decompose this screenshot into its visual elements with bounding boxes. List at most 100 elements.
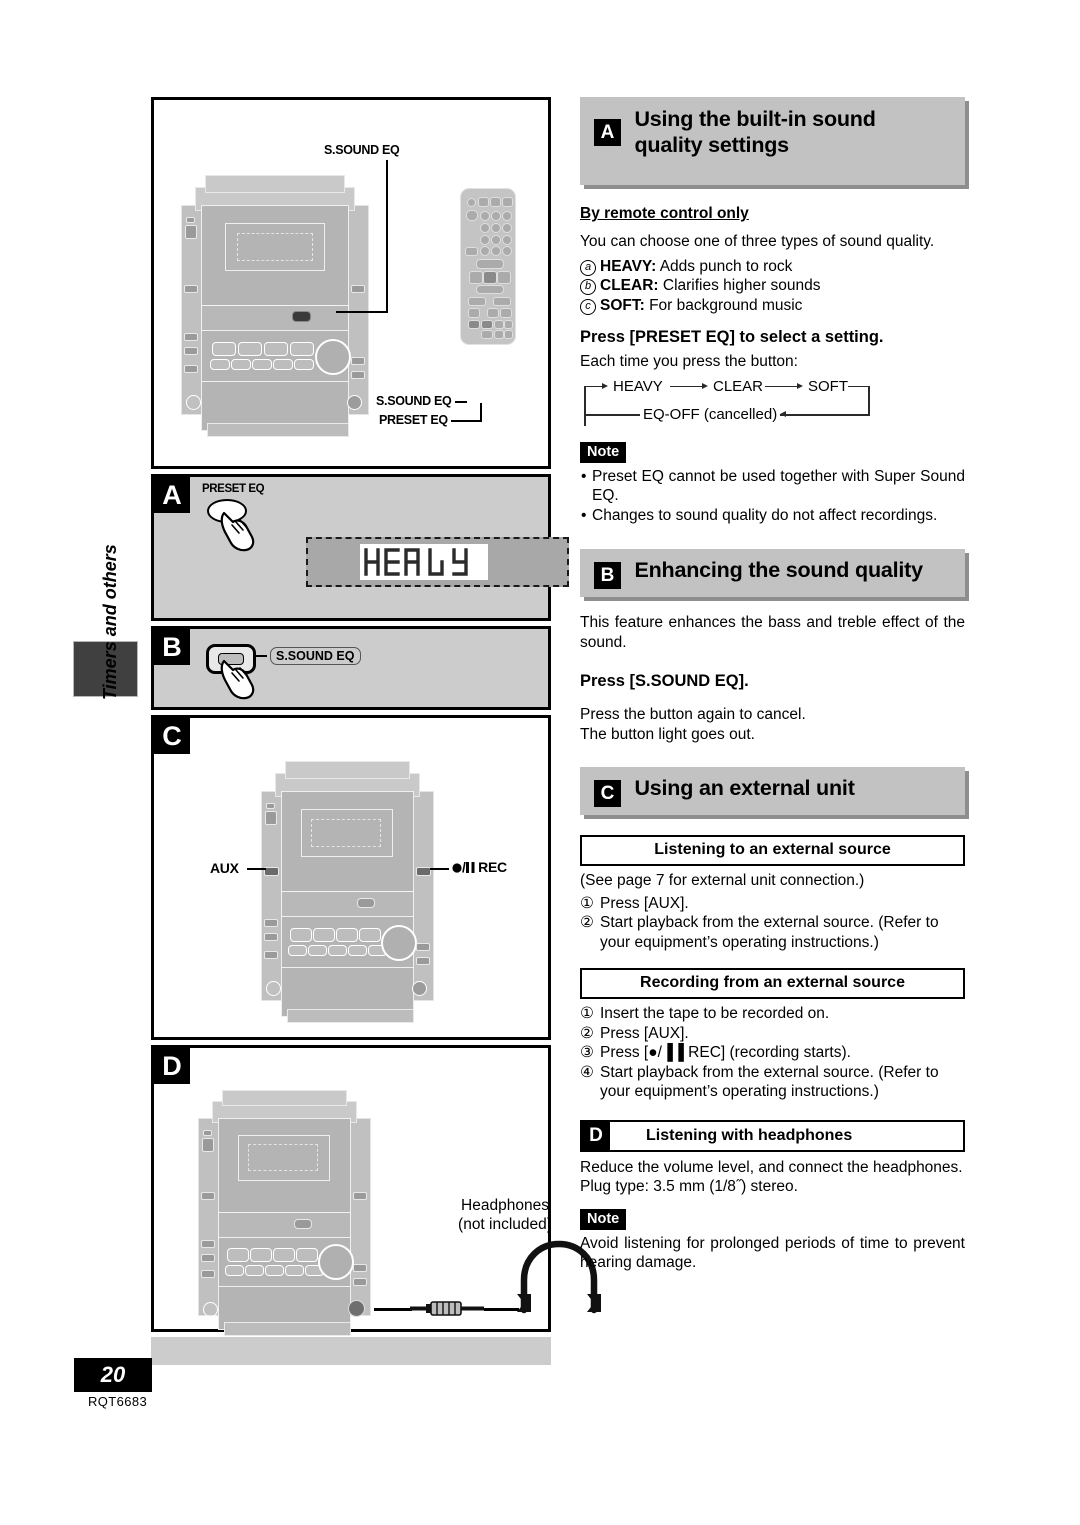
- section-d-badge: D: [582, 1121, 610, 1150]
- step-text: Start playback from the external source.…: [600, 914, 939, 951]
- flow-step-1: HEAVY: [610, 377, 666, 395]
- illustration-panel-d: D Headphones (not included): [151, 1045, 601, 1336]
- section-a-body: By remote control only You can choose on…: [580, 205, 965, 525]
- step-number: ①: [580, 894, 594, 912]
- step-text: Press [●/▐▐ REC] (recording starts).: [600, 1044, 851, 1061]
- lcd-screen: [360, 544, 488, 580]
- section-d-title: Listening with headphones: [646, 1126, 853, 1144]
- option-marker: a: [580, 259, 596, 276]
- document-code: RQT6683: [88, 1394, 148, 1409]
- lcd-text-heavy: [364, 548, 468, 576]
- headphones-label: Headphones (not included): [450, 1196, 560, 1234]
- remote-control-illustration: [460, 188, 516, 345]
- step-text: Start playback from the external source.…: [600, 1063, 939, 1101]
- page-number: 20: [74, 1358, 152, 1392]
- section-a-title-line1: Using the built-in sound: [634, 107, 876, 131]
- section-b-badge: B: [594, 562, 621, 589]
- panel-b-badge: B: [154, 629, 190, 665]
- stereo-unit-illustration-d: [196, 1080, 371, 1336]
- headphone-plug-icon: [410, 1301, 484, 1316]
- lead-line-5: [480, 403, 482, 422]
- step-number: ④: [580, 1063, 594, 1081]
- section-b-intro: This feature enhances the bass and trebl…: [580, 614, 965, 651]
- illustration-panel-top: S.SOUND EQ S.SOUND EQ PRESET EQ: [151, 97, 551, 469]
- step-number: ①: [580, 1005, 594, 1022]
- step-item: ① Insert the tape to be recorded on.: [580, 1004, 965, 1024]
- flow-arrow-icon: [797, 382, 803, 389]
- section-d-line1: Reduce the volume level, and connect the…: [580, 1158, 963, 1176]
- section-b-header: B Enhancing the sound quality: [580, 549, 969, 601]
- rec-button-on-unit[interactable]: [416, 867, 431, 876]
- s-sound-eq-tag: S.SOUND EQ: [270, 647, 361, 665]
- step-item: ② Start playback from the external source…: [580, 913, 965, 952]
- step-number: ②: [580, 914, 594, 931]
- flow-step-3: SOFT: [805, 377, 851, 395]
- option-name: SOFT:: [600, 296, 645, 314]
- step-text: Press [AUX].: [600, 894, 689, 912]
- illustration-panel-b: B S.SOUND EQ: [151, 626, 551, 710]
- remote-preset-eq-key[interactable]: [481, 320, 493, 329]
- illustration-column: S.SOUND EQ S.SOUND EQ PRESET EQ A PRESET…: [151, 97, 601, 1365]
- section-a-header: A Using the built-in sound quality setti…: [580, 97, 969, 189]
- aux-button-on-unit[interactable]: [264, 867, 279, 876]
- option-row: b CLEAR: Clarifies higher sounds: [580, 276, 965, 296]
- flow-arrow-icon: [602, 382, 608, 389]
- step-text: Press [AUX].: [600, 1024, 689, 1042]
- s-sound-eq-button-on-unit[interactable]: [292, 311, 311, 322]
- headphones-label-line1: Headphones: [461, 1197, 549, 1214]
- callout-s-sound-eq-unit: S.SOUND EQ: [324, 143, 400, 157]
- bottom-gray-band: [151, 1337, 551, 1365]
- note-bullet: Preset EQ cannot be used together with S…: [580, 467, 965, 506]
- flow-step-4: EQ-OFF (cancelled): [640, 405, 781, 423]
- content-column: A Using the built-in sound quality setti…: [580, 97, 969, 1273]
- section-b-body: This feature enhances the bass and trebl…: [580, 613, 965, 744]
- lead-line-aux: [247, 868, 266, 870]
- display-panel: [306, 537, 569, 587]
- illustration-panel-c: C AUX / REC: [151, 715, 551, 1040]
- stereo-unit-illustration: [179, 165, 369, 437]
- section-b-after-line2: The button light goes out.: [580, 725, 755, 743]
- lead-line-1: [386, 160, 388, 312]
- note-bullet: Changes to sound quality do not affect r…: [580, 506, 965, 526]
- section-c-body: Listening to an external source (See pag…: [580, 835, 965, 1102]
- headphones-label-line2: (not included): [458, 1216, 552, 1233]
- lead-line-4: [451, 420, 482, 422]
- section-d-note-text: Avoid listening for prolonged periods of…: [580, 1234, 965, 1272]
- section-a-intro: You can choose one of three types of sou…: [580, 233, 935, 250]
- option-desc: Clarifies higher sounds: [662, 277, 821, 294]
- section-b-title: Enhancing the sound quality: [634, 558, 923, 582]
- section-d-body: Reduce the volume level, and connect the…: [580, 1158, 965, 1273]
- preset-eq-button-label: PRESET EQ: [202, 483, 265, 495]
- section-c-header: C Using an external unit: [580, 767, 969, 819]
- step-item: ② Press [AUX].: [580, 1024, 965, 1044]
- section-b-after-line1: Press the button again to cancel.: [580, 706, 806, 723]
- sound-quality-options: a HEAVY: Adds punch to rock b CLEAR: Clari…: [580, 257, 965, 316]
- option-marker: b: [580, 279, 596, 295]
- option-marker: c: [580, 298, 596, 315]
- option-name: CLEAR:: [600, 277, 659, 294]
- flow-step-2: CLEAR: [710, 377, 767, 395]
- step-number: ②: [580, 1024, 594, 1042]
- section-a-note: Note Preset EQ cannot be used together w…: [580, 441, 965, 526]
- manual-page: S.SOUND EQ S.SOUND EQ PRESET EQ A PRESET…: [0, 0, 1080, 1525]
- option-row: c SOFT: For background music: [580, 296, 965, 316]
- step-text: Insert the tape to be recorded on.: [600, 1005, 830, 1022]
- stereo-unit-illustration-c: [259, 751, 434, 1023]
- note-badge: Note: [580, 441, 627, 463]
- flow-arrow-icon: [780, 411, 786, 417]
- section-a-instruction: Press [PRESET EQ] to select a setting.: [580, 328, 884, 346]
- each-time-text: Each time you press the button:: [580, 353, 798, 370]
- lead-line-2: [336, 311, 388, 313]
- remote-s-sound-eq-key[interactable]: [468, 320, 480, 329]
- step-item: ① Press [AUX].: [580, 894, 965, 914]
- section-c-badge: C: [594, 780, 621, 807]
- option-name: HEAVY:: [600, 257, 657, 275]
- panel-a-badge: A: [154, 477, 190, 513]
- see-page-reference: (See page 7 for external unit connection…: [580, 872, 865, 889]
- panel-d-badge: D: [154, 1048, 190, 1084]
- callout-preset-eq-remote: PRESET EQ: [379, 413, 448, 427]
- section-c-title: Using an external unit: [634, 776, 855, 800]
- headphone-jack[interactable]: [348, 1300, 365, 1317]
- lead-line-rec: [430, 868, 449, 870]
- section-d-line2: Plug type: 3.5 mm (1/8˝) stereo.: [580, 1178, 798, 1195]
